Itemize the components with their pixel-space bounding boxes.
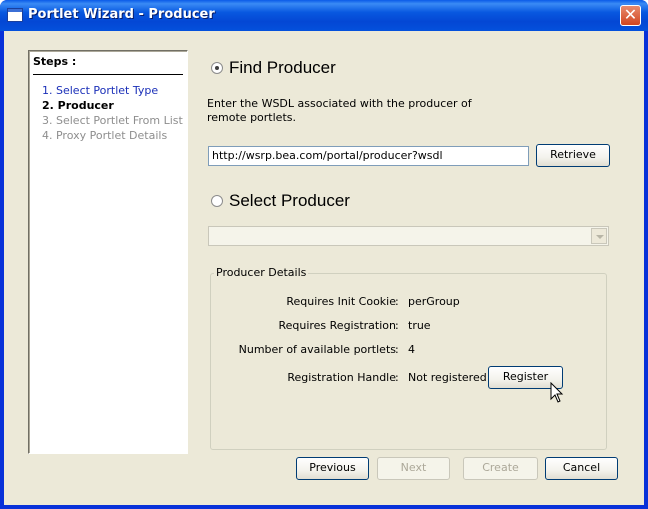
steps-panel: Steps : 1. Select Portlet Type 2. Produc… xyxy=(28,50,188,454)
window-icon xyxy=(7,8,23,22)
close-button[interactable]: ✕ xyxy=(620,5,641,26)
select-producer-radio[interactable] xyxy=(211,195,223,207)
find-producer-label[interactable]: Find Producer xyxy=(229,58,336,78)
previous-button[interactable]: Previous xyxy=(296,457,369,480)
title-bar[interactable]: Portlet Wizard - Producer ✕ xyxy=(0,0,648,31)
wizard-window: Portlet Wizard - Producer ✕ Steps : 1. S… xyxy=(0,0,648,509)
step-select-portlet-from-list: 3. Select Portlet From List xyxy=(42,114,183,127)
next-button[interactable]: Next xyxy=(377,457,450,480)
chevron-down-icon xyxy=(591,228,607,244)
detail-colon: : xyxy=(395,295,399,308)
detail-colon: : xyxy=(395,343,399,356)
detail-colon: : xyxy=(395,371,399,384)
registration-handle-label: Registration Handle xyxy=(287,371,396,384)
select-producer-label[interactable]: Select Producer xyxy=(229,191,350,211)
steps-title: Steps : xyxy=(33,55,77,68)
create-button[interactable]: Create xyxy=(463,457,538,480)
dialog-client: Steps : 1. Select Portlet Type 2. Produc… xyxy=(4,31,644,505)
mouse-pointer-icon xyxy=(550,382,564,403)
window-title: Portlet Wizard - Producer xyxy=(28,7,215,22)
producer-select xyxy=(208,226,609,246)
requires-registration-value: true xyxy=(408,319,431,332)
retrieve-button[interactable]: Retrieve xyxy=(536,144,610,167)
available-portlets-label: Number of available portlets xyxy=(238,343,396,356)
requires-init-cookie-label: Requires Init Cookie xyxy=(286,295,396,308)
wsdl-input[interactable]: http://wsrp.bea.com/portal/producer?wsdl xyxy=(208,146,529,166)
requires-registration-label: Requires Registration xyxy=(278,319,396,332)
cancel-button[interactable]: Cancel xyxy=(545,457,618,480)
step-select-portlet-type[interactable]: 1. Select Portlet Type xyxy=(42,84,158,97)
detail-colon: : xyxy=(395,319,399,332)
available-portlets-value: 4 xyxy=(408,343,415,356)
wsdl-description: Enter the WSDL associated with the produ… xyxy=(207,97,472,124)
producer-details-title: Producer Details xyxy=(214,266,309,279)
registration-handle-value: Not registered xyxy=(408,371,487,384)
requires-init-cookie-value: perGroup xyxy=(408,295,460,308)
steps-divider xyxy=(33,74,183,75)
find-producer-radio[interactable] xyxy=(211,62,223,74)
step-proxy-portlet-details: 4. Proxy Portlet Details xyxy=(42,129,168,142)
close-icon: ✕ xyxy=(623,5,638,24)
step-producer: 2. Producer xyxy=(42,99,114,112)
